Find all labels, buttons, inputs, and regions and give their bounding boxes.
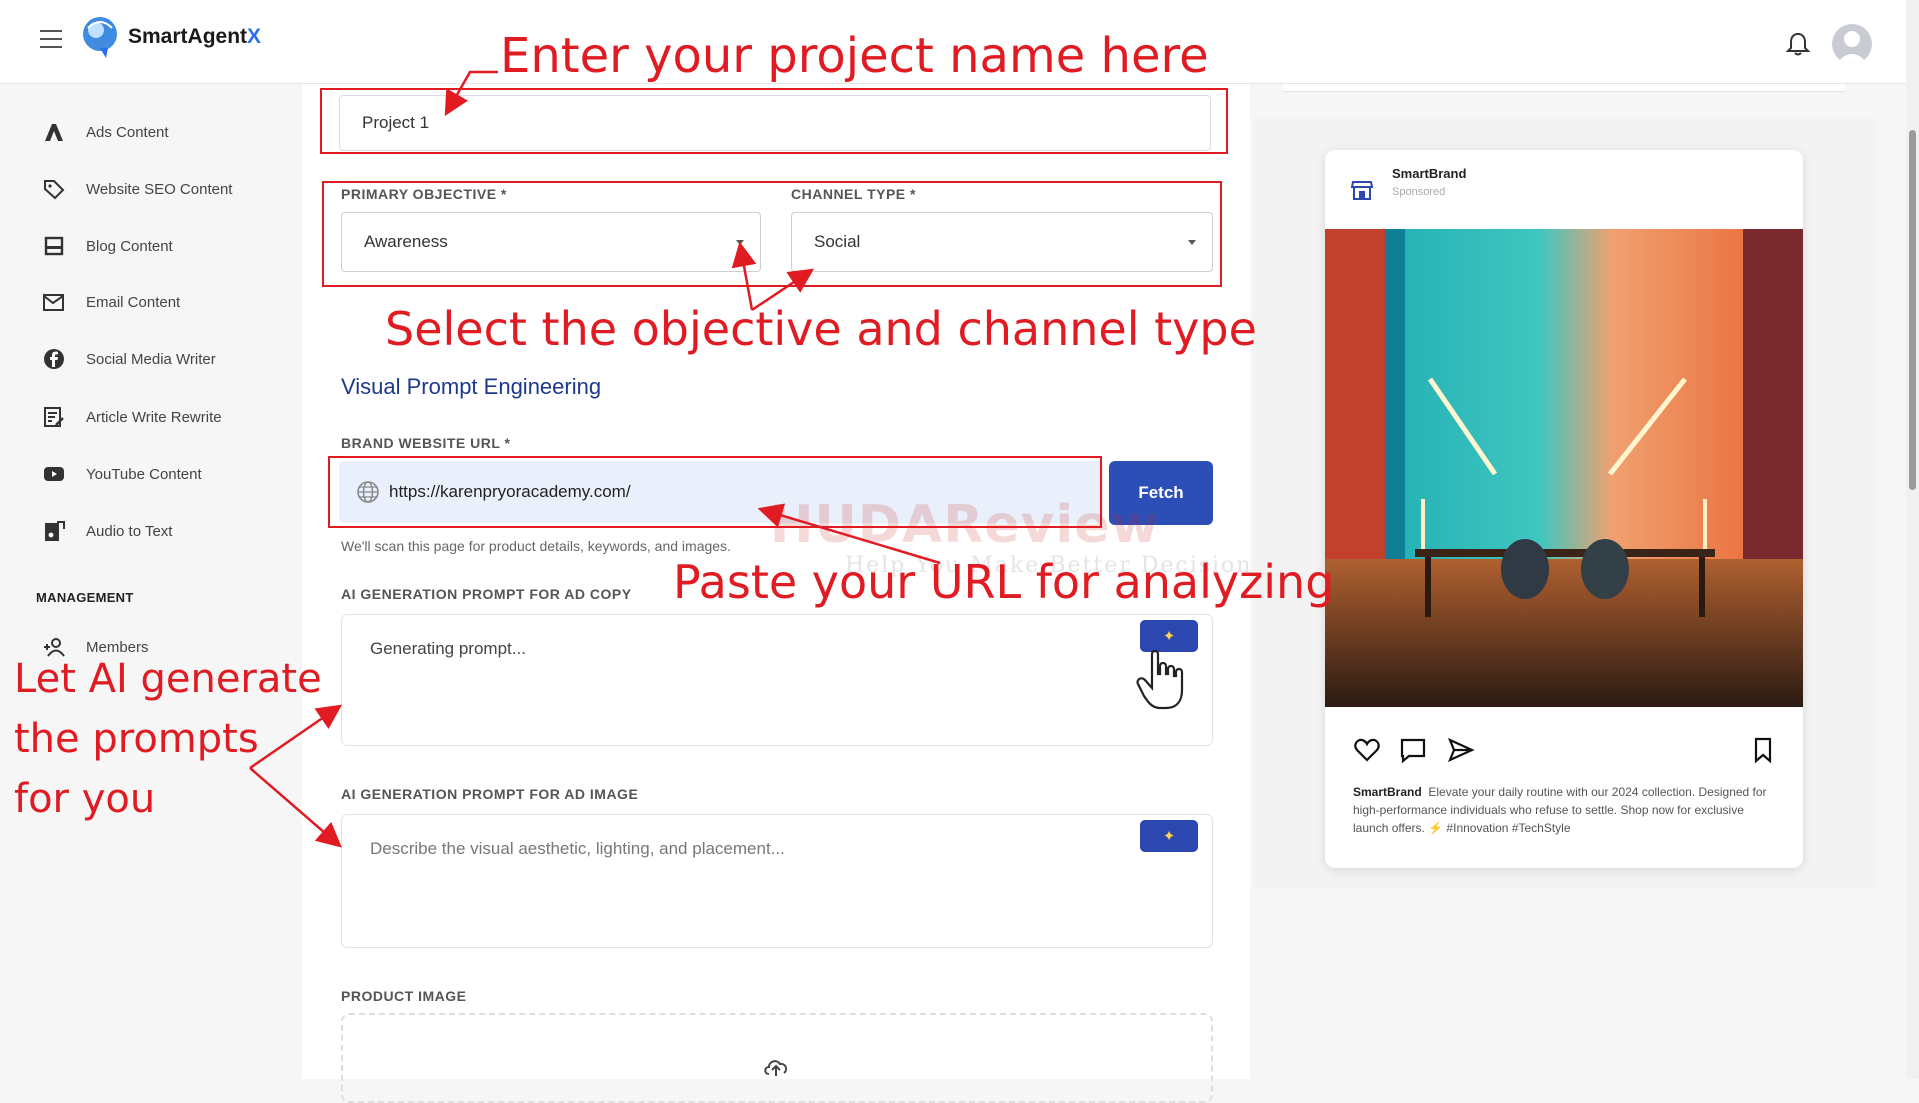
ad-copy-prompt-textarea[interactable]: Generating prompt... xyxy=(341,614,1213,746)
comment-icon[interactable] xyxy=(1399,736,1427,764)
ads-icon xyxy=(42,120,66,144)
annotation-ai-line-3: for you xyxy=(14,776,156,822)
brand-url-label: BRAND WEBSITE URL * xyxy=(341,435,511,451)
ad-image-prompt-textarea[interactable]: Describe the visual aesthetic, lighting,… xyxy=(341,814,1213,948)
annotation-objective: Select the objective and channel type xyxy=(385,302,1257,356)
user-avatar[interactable] xyxy=(1832,24,1872,64)
preview-top-strip xyxy=(1283,84,1845,92)
article-icon xyxy=(42,405,66,429)
preview-sponsored-label: Sponsored xyxy=(1392,186,1446,198)
cloud-upload-icon xyxy=(764,1060,788,1076)
sidebar-item-label: Email Content xyxy=(86,293,181,311)
sidebar-item-label: Website SEO Content xyxy=(86,180,233,198)
social-post-preview-card: SmartBrand Sponsored SmartBrand Elevate … xyxy=(1325,150,1803,868)
share-icon[interactable] xyxy=(1447,736,1475,764)
url-helper-text: We'll scan this page for product details… xyxy=(341,538,731,554)
annotation-box-project-name xyxy=(320,88,1228,154)
management-heading: MANAGEMENT xyxy=(36,590,134,605)
storefront-icon xyxy=(1350,181,1374,200)
email-icon xyxy=(42,290,66,314)
sparkle-icon: ✦ xyxy=(1162,828,1176,845)
hand-cursor-icon xyxy=(1136,649,1184,710)
brain-logo-icon xyxy=(83,17,117,58)
heart-icon[interactable] xyxy=(1353,736,1381,764)
ad-copy-prompt-label: AI GENERATION PROMPT FOR AD COPY xyxy=(341,586,632,602)
audio-icon xyxy=(42,519,66,543)
preview-caption: SmartBrand Elevate your daily routine wi… xyxy=(1353,785,1767,835)
preview-ad-image xyxy=(1325,229,1803,707)
sidebar-item-article-write-rewrite[interactable]: Article Write Rewrite xyxy=(42,400,222,434)
logo-text: SmartAgentX xyxy=(128,25,262,48)
ad-image-prompt-label: AI GENERATION PROMPT FOR AD IMAGE xyxy=(341,786,639,802)
annotation-ai-line-2: the prompts xyxy=(14,716,259,762)
app-logo[interactable]: SmartAgentX xyxy=(78,14,261,60)
sidebar-item-label: YouTube Content xyxy=(86,465,202,483)
preview-brand-name: SmartBrand xyxy=(1392,166,1467,181)
sidebar-item-label: Social Media Writer xyxy=(86,350,216,368)
sparkle-icon: ✦ xyxy=(1162,628,1176,645)
sidebar-item-blog-content[interactable]: Blog Content xyxy=(42,229,173,263)
facebook-icon xyxy=(42,347,66,371)
blog-icon xyxy=(42,234,66,258)
annotation-box-url xyxy=(328,456,1102,528)
menu-icon[interactable] xyxy=(40,30,62,48)
sidebar-item-label: Ads Content xyxy=(86,123,169,141)
sidebar-item-social-media-writer[interactable]: Social Media Writer xyxy=(42,342,216,376)
sidebar-item-label: Audio to Text xyxy=(86,522,173,540)
preview-actions xyxy=(1353,736,1777,764)
generate-ad-image-button[interactable]: ✦ xyxy=(1140,820,1198,852)
scrollbar-thumb[interactable] xyxy=(1909,130,1916,490)
section-title: Visual Prompt Engineering xyxy=(341,374,602,399)
annotation-box-objective-channel xyxy=(322,181,1222,287)
sidebar-item-website-seo[interactable]: Website SEO Content xyxy=(42,172,232,206)
sidebar-item-youtube-content[interactable]: YouTube Content xyxy=(42,457,202,491)
tag-icon xyxy=(42,177,66,201)
sidebar-item-ads-content[interactable]: Ads Content xyxy=(42,115,169,149)
sidebar-item-audio-to-text[interactable]: Audio to Text xyxy=(42,514,172,548)
sidebar-item-email-content[interactable]: Email Content xyxy=(42,285,180,319)
product-image-label: PRODUCT IMAGE xyxy=(341,988,467,1004)
bookmark-icon[interactable] xyxy=(1749,736,1777,764)
sidebar-item-label: Members xyxy=(86,638,149,656)
bell-icon[interactable] xyxy=(1784,30,1812,58)
sidebar-item-label: Article Write Rewrite xyxy=(86,408,222,426)
sidebar-item-label: Blog Content xyxy=(86,237,173,255)
annotation-url: Paste your URL for analyzing xyxy=(673,555,1335,609)
youtube-icon xyxy=(42,462,66,486)
annotation-ai-line-1: Let AI generate xyxy=(14,656,322,702)
annotation-project-name: Enter your project name here xyxy=(500,28,1209,84)
